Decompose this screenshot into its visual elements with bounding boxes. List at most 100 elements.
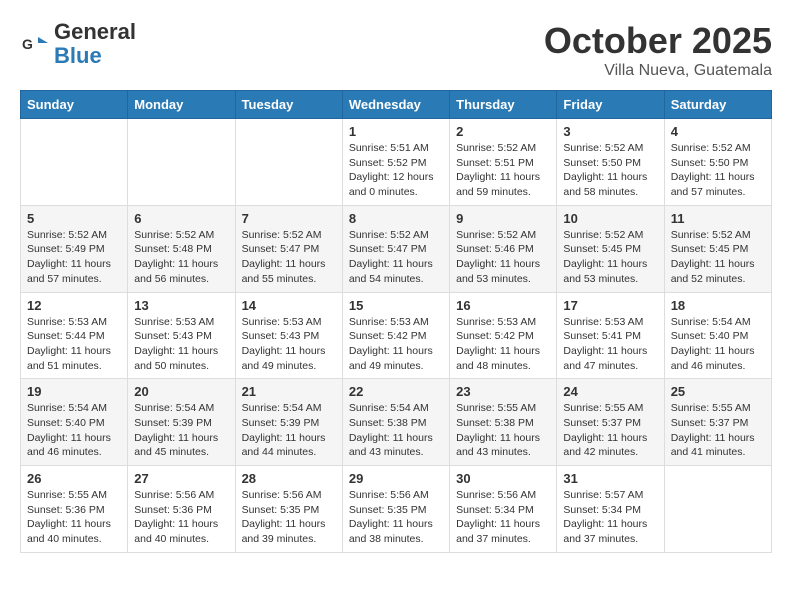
day-number: 31 — [563, 471, 657, 486]
day-number: 18 — [671, 298, 765, 313]
calendar-cell: 12 Sunrise: 5:53 AM Sunset: 5:44 PM Dayli… — [21, 292, 128, 379]
day-info: Sunrise: 5:56 AM Sunset: 5:34 PM Dayligh… — [456, 488, 550, 547]
logo-icon: G — [20, 29, 50, 59]
day-info: Sunrise: 5:53 AM Sunset: 5:42 PM Dayligh… — [349, 315, 443, 374]
calendar-cell: 10 Sunrise: 5:52 AM Sunset: 5:45 PM Dayli… — [557, 205, 664, 292]
day-number: 17 — [563, 298, 657, 313]
calendar-cell: 1 Sunrise: 5:51 AM Sunset: 5:52 PM Daylig… — [342, 119, 449, 206]
calendar-cell: 18 Sunrise: 5:54 AM Sunset: 5:40 PM Dayli… — [664, 292, 771, 379]
calendar-cell: 13Sunrise: 5:53 AM Sunset: 5:43 PM Dayli… — [128, 292, 235, 379]
calendar-cell: 20 Sunrise: 5:54 AM Sunset: 5:39 PM Dayli… — [128, 379, 235, 466]
month-title: October 2025 — [544, 20, 772, 62]
calendar-cell: 7 Sunrise: 5:52 AM Sunset: 5:47 PM Daylig… — [235, 205, 342, 292]
calendar-cell: 17 Sunrise: 5:53 AM Sunset: 5:41 PM Dayli… — [557, 292, 664, 379]
day-info: Sunrise: 5:53 AM Sunset: 5:42 PM Dayligh… — [456, 315, 550, 374]
day-info: Sunrise: 5:51 AM Sunset: 5:52 PM Dayligh… — [349, 141, 443, 200]
day-number: 5 — [27, 211, 121, 226]
weekday-header-tuesday: Tuesday — [235, 91, 342, 119]
day-info: Sunrise: 5:56 AM Sunset: 5:35 PM Dayligh… — [349, 488, 443, 547]
day-info: Sunrise: 5:53 AM Sunset: 5:44 PM Dayligh… — [27, 315, 121, 374]
day-info: Sunrise: 5:54 AM Sunset: 5:40 PM Dayligh… — [671, 315, 765, 374]
day-info: Sunrise: 5:54 AM Sunset: 5:39 PM Dayligh… — [242, 401, 336, 460]
weekday-header-wednesday: Wednesday — [342, 91, 449, 119]
calendar-week-4: 19 Sunrise: 5:54 AM Sunset: 5:40 PM Dayli… — [21, 379, 772, 466]
calendar-cell: 23 Sunrise: 5:55 AM Sunset: 5:38 PM Dayli… — [450, 379, 557, 466]
day-info: Sunrise: 5:55 AM Sunset: 5:38 PM Dayligh… — [456, 401, 550, 460]
day-number: 22 — [349, 384, 443, 399]
calendar-cell: 8 Sunrise: 5:52 AM Sunset: 5:47 PM Daylig… — [342, 205, 449, 292]
calendar-cell — [235, 119, 342, 206]
day-number: 15 — [349, 298, 443, 313]
calendar-cell: 30 Sunrise: 5:56 AM Sunset: 5:34 PM Dayli… — [450, 466, 557, 553]
day-info: Sunrise: 5:52 AM Sunset: 5:47 PM Dayligh… — [349, 228, 443, 287]
calendar-cell: 22Sunrise: 5:54 AM Sunset: 5:38 PM Dayli… — [342, 379, 449, 466]
day-info: Sunrise: 5:56 AM Sunset: 5:36 PM Dayligh… — [134, 488, 228, 547]
calendar-cell: 5 Sunrise: 5:52 AM Sunset: 5:49 PM Daylig… — [21, 205, 128, 292]
day-number: 25 — [671, 384, 765, 399]
day-number: 24 — [563, 384, 657, 399]
day-info: Sunrise: 5:54 AM Sunset: 5:40 PM Dayligh… — [27, 401, 121, 460]
day-number: 4 — [671, 124, 765, 139]
calendar-cell: 19 Sunrise: 5:54 AM Sunset: 5:40 PM Dayli… — [21, 379, 128, 466]
calendar-cell: 16 Sunrise: 5:53 AM Sunset: 5:42 PM Dayli… — [450, 292, 557, 379]
day-number: 20 — [134, 384, 228, 399]
day-info: Sunrise: 5:54 AM Sunset: 5:39 PM Dayligh… — [134, 401, 228, 460]
day-number: 2 — [456, 124, 550, 139]
calendar-week-1: 1 Sunrise: 5:51 AM Sunset: 5:52 PM Daylig… — [21, 119, 772, 206]
calendar-table: SundayMondayTuesdayWednesdayThursdayFrid… — [20, 90, 772, 553]
day-number: 28 — [242, 471, 336, 486]
day-number: 1 — [349, 124, 443, 139]
weekday-header-sunday: Sunday — [21, 91, 128, 119]
day-number: 16 — [456, 298, 550, 313]
day-number: 26 — [27, 471, 121, 486]
day-info: Sunrise: 5:53 AM Sunset: 5:43 PM Dayligh… — [134, 315, 228, 374]
location: Villa Nueva, Guatemala — [544, 62, 772, 80]
day-number: 29 — [349, 471, 443, 486]
calendar-cell: 29 Sunrise: 5:56 AM Sunset: 5:35 PM Dayli… — [342, 466, 449, 553]
day-number: 23 — [456, 384, 550, 399]
calendar-cell: 26Sunrise: 5:55 AM Sunset: 5:36 PM Dayli… — [21, 466, 128, 553]
day-info: Sunrise: 5:52 AM Sunset: 5:45 PM Dayligh… — [563, 228, 657, 287]
calendar-week-2: 5 Sunrise: 5:52 AM Sunset: 5:49 PM Daylig… — [21, 205, 772, 292]
calendar-week-3: 12 Sunrise: 5:53 AM Sunset: 5:44 PM Dayli… — [21, 292, 772, 379]
day-info: Sunrise: 5:52 AM Sunset: 5:48 PM Dayligh… — [134, 228, 228, 287]
day-number: 12 — [27, 298, 121, 313]
calendar-cell: 25 Sunrise: 5:55 AM Sunset: 5:37 PM Dayli… — [664, 379, 771, 466]
day-number: 11 — [671, 211, 765, 226]
calendar-cell: 15 Sunrise: 5:53 AM Sunset: 5:42 PM Dayli… — [342, 292, 449, 379]
day-number: 10 — [563, 211, 657, 226]
day-info: Sunrise: 5:53 AM Sunset: 5:41 PM Dayligh… — [563, 315, 657, 374]
day-number: 7 — [242, 211, 336, 226]
day-info: Sunrise: 5:52 AM Sunset: 5:47 PM Dayligh… — [242, 228, 336, 287]
day-number: 14 — [242, 298, 336, 313]
day-number: 30 — [456, 471, 550, 486]
day-info: Sunrise: 5:52 AM Sunset: 5:51 PM Dayligh… — [456, 141, 550, 200]
weekday-header-saturday: Saturday — [664, 91, 771, 119]
calendar-cell: 11Sunrise: 5:52 AM Sunset: 5:45 PM Dayli… — [664, 205, 771, 292]
calendar-cell: 3 Sunrise: 5:52 AM Sunset: 5:50 PM Daylig… — [557, 119, 664, 206]
calendar-cell — [21, 119, 128, 206]
weekday-header-friday: Friday — [557, 91, 664, 119]
weekday-header-thursday: Thursday — [450, 91, 557, 119]
calendar-cell: 24Sunrise: 5:55 AM Sunset: 5:37 PM Dayli… — [557, 379, 664, 466]
day-number: 8 — [349, 211, 443, 226]
day-info: Sunrise: 5:55 AM Sunset: 5:37 PM Dayligh… — [671, 401, 765, 460]
day-info: Sunrise: 5:56 AM Sunset: 5:35 PM Dayligh… — [242, 488, 336, 547]
calendar-cell: 9Sunrise: 5:52 AM Sunset: 5:46 PM Daylig… — [450, 205, 557, 292]
calendar-cell: 31 Sunrise: 5:57 AM Sunset: 5:34 PM Dayli… — [557, 466, 664, 553]
day-info: Sunrise: 5:52 AM Sunset: 5:50 PM Dayligh… — [563, 141, 657, 200]
day-number: 19 — [27, 384, 121, 399]
calendar-cell: 27Sunrise: 5:56 AM Sunset: 5:36 PM Dayli… — [128, 466, 235, 553]
calendar-cell: 14 Sunrise: 5:53 AM Sunset: 5:43 PM Dayli… — [235, 292, 342, 379]
day-info: Sunrise: 5:57 AM Sunset: 5:34 PM Dayligh… — [563, 488, 657, 547]
calendar-cell — [664, 466, 771, 553]
day-info: Sunrise: 5:53 AM Sunset: 5:43 PM Dayligh… — [242, 315, 336, 374]
weekday-header-row: SundayMondayTuesdayWednesdayThursdayFrid… — [21, 91, 772, 119]
logo-text: General Blue — [54, 20, 136, 68]
day-info: Sunrise: 5:52 AM Sunset: 5:49 PM Dayligh… — [27, 228, 121, 287]
calendar-cell: 28 Sunrise: 5:56 AM Sunset: 5:35 PM Dayli… — [235, 466, 342, 553]
day-number: 3 — [563, 124, 657, 139]
day-number: 9 — [456, 211, 550, 226]
svg-text:G: G — [22, 36, 33, 52]
calendar-cell: 2 Sunrise: 5:52 AM Sunset: 5:51 PM Daylig… — [450, 119, 557, 206]
